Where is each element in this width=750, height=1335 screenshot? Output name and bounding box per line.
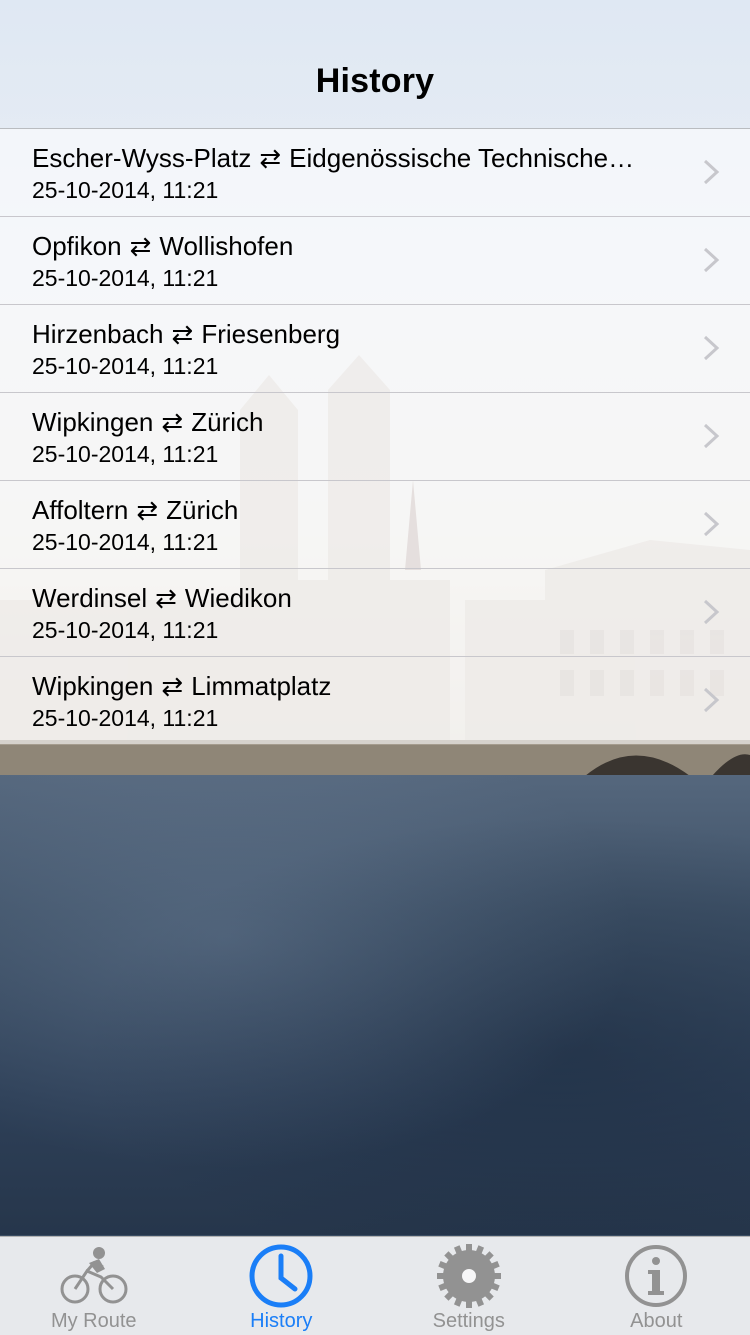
route-date: 25-10-2014, 11:21 bbox=[32, 441, 218, 468]
route-to: Limmatplatz bbox=[191, 671, 331, 701]
route-from: Wipkingen bbox=[32, 407, 153, 437]
tab-my-route[interactable]: My Route bbox=[0, 1237, 188, 1335]
tab-label: Settings bbox=[375, 1310, 563, 1333]
route-label: Werdinsel ⇄ Wiedikon bbox=[32, 583, 662, 614]
route-date: 25-10-2014, 11:21 bbox=[32, 617, 218, 644]
tab-label: About bbox=[563, 1310, 750, 1333]
info-icon bbox=[623, 1243, 689, 1309]
route-date: 25-10-2014, 11:21 bbox=[32, 529, 218, 556]
history-list: Escher-Wyss-Platz ⇄ Eidgenössische Technis… bbox=[0, 129, 750, 744]
route-from: Hirzenbach bbox=[32, 319, 164, 349]
tab-label: My Route bbox=[0, 1310, 188, 1333]
history-row[interactable]: Escher-Wyss-Platz ⇄ Eidgenössische Technis… bbox=[0, 129, 750, 217]
swap-arrows-icon: ⇄ bbox=[136, 495, 158, 525]
history-row[interactable]: Wipkingen ⇄ Limmatplatz 25-10-2014, 11:21 bbox=[0, 657, 750, 744]
chevron-right-icon bbox=[702, 423, 720, 449]
history-row[interactable]: Wipkingen ⇄ Zürich 25-10-2014, 11:21 bbox=[0, 393, 750, 481]
route-from: Wipkingen bbox=[32, 671, 153, 701]
route-label: Escher-Wyss-Platz ⇄ Eidgenössische Technis… bbox=[32, 143, 662, 174]
bicycle-icon bbox=[59, 1243, 129, 1307]
tab-about[interactable]: About bbox=[563, 1237, 750, 1335]
route-from: Opfikon bbox=[32, 231, 122, 261]
swap-arrows-icon: ⇄ bbox=[259, 143, 281, 173]
swap-arrows-icon: ⇄ bbox=[155, 583, 177, 613]
swap-arrows-icon: ⇄ bbox=[161, 407, 183, 437]
history-row[interactable]: Hirzenbach ⇄Friesenberg 25-10-2014, 11:21 bbox=[0, 305, 750, 393]
route-date: 25-10-2014, 11:21 bbox=[32, 177, 218, 204]
route-label: Wipkingen ⇄ Zürich bbox=[32, 407, 662, 438]
route-from: Werdinsel bbox=[32, 583, 147, 613]
tab-settings[interactable]: Settings bbox=[375, 1237, 563, 1335]
route-label: Hirzenbach ⇄Friesenberg bbox=[32, 319, 662, 350]
chevron-right-icon bbox=[702, 511, 720, 537]
swap-arrows-icon: ⇄ bbox=[172, 319, 194, 349]
route-to: Zürich bbox=[191, 407, 263, 437]
route-date: 25-10-2014, 11:21 bbox=[32, 705, 218, 732]
chevron-right-icon bbox=[702, 159, 720, 185]
gear-icon bbox=[436, 1243, 502, 1309]
chevron-right-icon bbox=[702, 687, 720, 713]
route-from: Affoltern bbox=[32, 495, 128, 525]
tab-history[interactable]: History bbox=[188, 1237, 376, 1335]
route-date: 25-10-2014, 11:21 bbox=[32, 265, 218, 292]
route-to: Eidgenössische Technische… bbox=[289, 143, 634, 173]
page-title: History bbox=[0, 62, 750, 101]
navigation-bar: History bbox=[0, 0, 750, 129]
chevron-right-icon bbox=[702, 247, 720, 273]
route-label: Wipkingen ⇄ Limmatplatz bbox=[32, 671, 662, 702]
route-from: Escher-Wyss-Platz bbox=[32, 143, 251, 173]
tab-label: History bbox=[188, 1310, 376, 1333]
route-date: 25-10-2014, 11:21 bbox=[32, 353, 218, 380]
history-row[interactable]: Opfikon ⇄Wollishofen 25-10-2014, 11:21 bbox=[0, 217, 750, 305]
clock-icon bbox=[248, 1243, 314, 1309]
swap-arrows-icon: ⇄ bbox=[130, 231, 152, 261]
river-water bbox=[0, 775, 750, 1235]
history-row[interactable]: Werdinsel ⇄ Wiedikon 25-10-2014, 11:21 bbox=[0, 569, 750, 657]
route-to: Friesenberg bbox=[201, 319, 340, 349]
swap-arrows-icon: ⇄ bbox=[161, 671, 183, 701]
route-to: Zürich bbox=[166, 495, 238, 525]
history-row[interactable]: Affoltern ⇄ Zürich 25-10-2014, 11:21 bbox=[0, 481, 750, 569]
chevron-right-icon bbox=[702, 335, 720, 361]
chevron-right-icon bbox=[702, 599, 720, 625]
tab-bar: My Route History Settings bbox=[0, 1236, 750, 1335]
route-label: Affoltern ⇄ Zürich bbox=[32, 495, 662, 526]
route-label: Opfikon ⇄Wollishofen bbox=[32, 231, 662, 262]
route-to: Wollishofen bbox=[159, 231, 293, 261]
route-to: Wiedikon bbox=[185, 583, 292, 613]
